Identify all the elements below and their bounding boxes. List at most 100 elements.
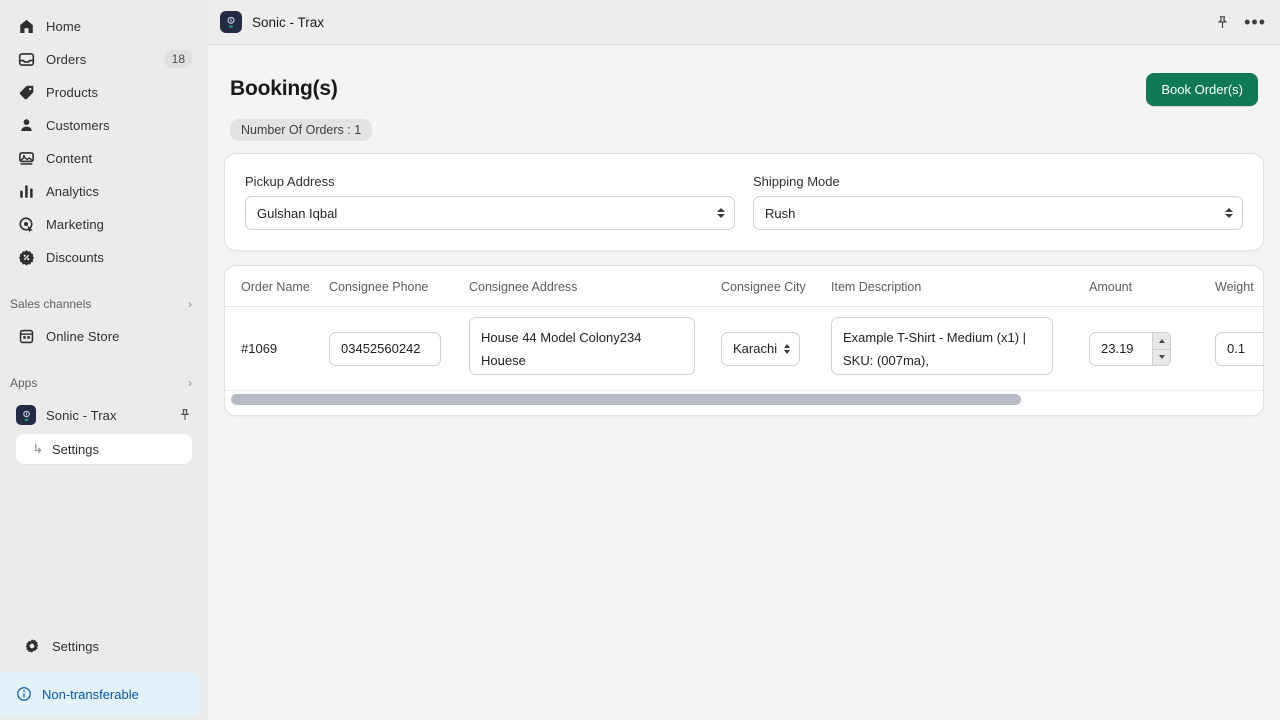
sidebar-item-home[interactable]: Home [8,12,200,40]
column-weight: Weight [1207,266,1263,307]
cell-item-description: Example T-Shirt - Medium (x1) | SKU: (00… [823,306,1081,391]
chevron-updown-icon [1225,208,1233,218]
page-title: Booking(s) [230,77,338,100]
sales-channel-list: Online Store [0,322,208,355]
cell-amount [1081,306,1207,391]
shipping-mode-value: Rush [765,205,796,221]
cell-consignee-phone [321,306,461,391]
shipping-mode-label: Shipping Mode [753,174,840,189]
table-header-row: Order Name Consignee Phone Consignee Add… [225,266,1263,307]
amount-input[interactable] [1089,331,1153,366]
horizontal-scrollbar-track[interactable] [231,394,1249,405]
orders-table-head: Order Name Consignee Phone Consignee Add… [225,266,1263,307]
marketing-icon [16,214,36,234]
column-consignee-city: Consignee City [713,266,823,307]
amount-stepper [1089,331,1171,366]
orders-table: Order Name Consignee Phone Consignee Add… [225,266,1263,391]
sonic-trax-app-icon [16,405,36,425]
sidebar-item-label: Customers [46,117,110,133]
page-content: Booking(s) Book Order(s) Number Of Order… [208,45,1280,720]
section-label: Apps [10,376,38,390]
sidebar-item-orders[interactable]: Orders 18 [8,45,200,73]
pin-icon[interactable] [1215,15,1230,30]
chevron-updown-icon [784,343,791,354]
sidebar-item-label: Home [46,18,82,34]
sidebar-item-online-store[interactable]: Online Store [8,322,200,350]
column-amount: Amount [1081,266,1207,307]
sidebar-item-customers[interactable]: Customers [8,111,200,139]
sidebar-section-apps[interactable]: Apps › [0,371,208,395]
sidebar-item-analytics[interactable]: Analytics [8,177,200,205]
horizontal-scrollbar-thumb[interactable] [231,394,1021,405]
info-icon [16,686,32,702]
chevron-right-icon: › [188,376,192,390]
column-consignee-phone: Consignee Phone [321,266,461,307]
amount-stepper-buttons [1152,331,1171,366]
booking-form-card: Pickup Address Gulshan Iqbal Shipping Mo… [224,153,1264,251]
sidebar-item-discounts[interactable]: Discounts [8,243,200,271]
sidebar-item-products[interactable]: Products [8,78,200,106]
amount-increment-button[interactable] [1152,331,1171,349]
shipping-mode-select[interactable]: Rush [753,196,1243,230]
horizontal-scroll-row [225,394,1263,415]
shipping-mode-field: Shipping Mode Rush [753,174,1243,230]
table-row: #1069 House 44 Model Colony234 Houese [225,306,1263,391]
sidebar-item-sonic-trax-settings[interactable]: ↳ Settings [16,434,192,464]
cell-weight [1207,306,1263,391]
app-root: Home Orders 18 Products Customers Conten… [0,0,1280,720]
cell-consignee-city: Karachi [713,306,823,391]
consignee-city-value: Karachi [733,341,778,356]
analytics-icon [16,181,36,201]
sidebar: Home Orders 18 Products Customers Conten… [0,0,208,720]
store-icon [16,326,36,346]
column-item-description: Item Description [823,266,1081,307]
sidebar-item-label: Online Store [46,328,120,344]
orders-table-scroll-region[interactable]: Order Name Consignee Phone Consignee Add… [225,266,1263,391]
weight-input[interactable] [1215,331,1263,366]
app-title: Sonic - Trax [252,14,325,30]
pickup-address-field: Pickup Address Gulshan Iqbal [245,174,735,230]
sidebar-item-label: Analytics [46,183,99,199]
sidebar-nav-list: Home Orders 18 Products Customers Conten… [0,0,208,276]
order-name-value: #1069 [241,340,278,356]
sidebar-item-settings[interactable]: Settings [8,632,200,660]
sidebar-item-marketing[interactable]: Marketing [8,210,200,238]
orders-icon [16,49,36,69]
main-area: Sonic - Trax ••• Booking(s) Book Order(s… [208,0,1280,720]
orders-table-card: Order Name Consignee Phone Consignee Add… [224,265,1264,416]
sidebar-item-label: Settings [52,638,99,654]
chevron-right-icon: › [188,297,192,311]
orders-count-badge: 18 [164,50,192,68]
cell-order-name: #1069 [225,306,321,391]
sidebar-item-label: Marketing [46,216,104,232]
cell-consignee-address: House 44 Model Colony234 Houese [461,306,713,391]
column-consignee-address: Consignee Address [461,266,713,307]
consignee-city-select[interactable]: Karachi [721,331,801,366]
item-description-textarea[interactable]: Example T-Shirt - Medium (x1) | SKU: (00… [831,317,1053,375]
consignee-phone-input[interactable] [329,331,441,366]
sidebar-section-sales-channels[interactable]: Sales channels › [0,292,208,316]
non-transferable-label: Non-transferable [42,686,139,702]
subtree-arrow-icon: ↳ [32,441,44,456]
pickup-address-select[interactable]: Gulshan Iqbal [245,196,735,230]
sonic-trax-app-icon [220,11,242,33]
chevron-updown-icon [717,208,725,218]
pickup-address-label: Pickup Address [245,174,335,189]
products-icon [16,82,36,102]
gear-icon [24,638,42,654]
topbar-actions: ••• [1215,13,1266,31]
more-horizontal-icon[interactable]: ••• [1244,13,1266,31]
pin-icon[interactable] [178,408,192,422]
sidebar-item-content[interactable]: Content [8,144,200,172]
amount-decrement-button[interactable] [1152,348,1171,366]
section-label: Sales channels [10,297,92,311]
sidebar-item-label: Discounts [46,249,104,265]
sidebar-item-sonic-trax[interactable]: Sonic - Trax [8,401,200,429]
consignee-address-textarea[interactable]: House 44 Model Colony234 Houese [469,317,695,375]
book-orders-button[interactable]: Book Order(s) [1146,72,1258,106]
non-transferable-banner[interactable]: Non-transferable [0,672,200,716]
page-header: Booking(s) Book Order(s) [224,45,1264,111]
apps-list: Sonic - Trax ↳ Settings [0,401,208,464]
sidebar-item-label: Sonic - Trax [46,407,117,423]
sidebar-item-label: Content [46,150,93,166]
